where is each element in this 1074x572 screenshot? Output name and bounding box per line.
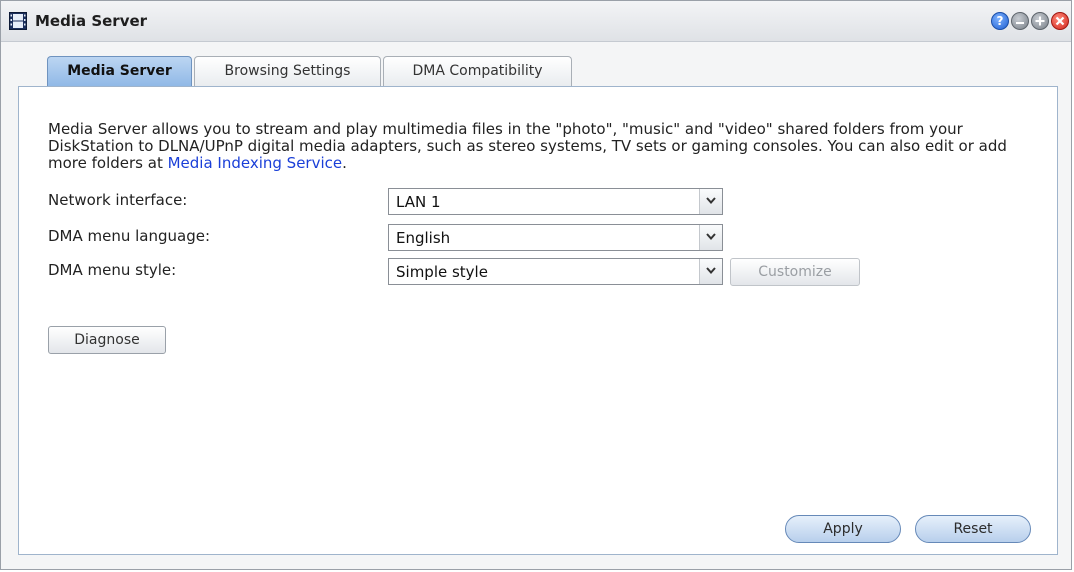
dma-menu-language-label: DMA menu language: <box>48 227 211 245</box>
tab-media-server[interactable]: Media Server <box>47 56 192 87</box>
dma-menu-language-value: English <box>396 229 451 247</box>
media-indexing-service-link[interactable]: Media Indexing Service <box>168 154 343 172</box>
settings-panel: Media Server allows you to stream and pl… <box>18 86 1058 555</box>
chevron-down-icon[interactable] <box>699 225 722 250</box>
network-interface-label: Network interface: <box>48 191 188 209</box>
media-server-window: Media Server ? Media Server Browsing Set… <box>0 0 1072 570</box>
window-title: Media Server <box>35 12 148 30</box>
chevron-down-icon[interactable] <box>699 259 722 284</box>
title-bar[interactable]: Media Server ? <box>1 1 1071 42</box>
reset-button[interactable]: Reset <box>915 515 1031 543</box>
dma-menu-style-select[interactable]: Simple style <box>388 258 723 285</box>
tab-browsing-settings[interactable]: Browsing Settings <box>194 56 381 86</box>
customize-button[interactable]: Customize <box>730 258 860 286</box>
close-icon[interactable] <box>1051 12 1069 30</box>
dma-menu-style-value: Simple style <box>396 263 488 281</box>
maximize-icon[interactable] <box>1031 12 1049 30</box>
dma-menu-language-select[interactable]: English <box>388 224 723 251</box>
apply-button[interactable]: Apply <box>785 515 901 543</box>
description-text: Media Server allows you to stream and pl… <box>48 121 1038 172</box>
dma-menu-style-label: DMA menu style: <box>48 261 177 279</box>
help-icon[interactable]: ? <box>991 12 1009 30</box>
film-strip-icon <box>9 12 27 30</box>
chevron-down-icon[interactable] <box>699 189 722 214</box>
minimize-icon[interactable] <box>1011 12 1029 30</box>
network-interface-value: LAN 1 <box>396 193 441 211</box>
description-suffix: . <box>342 154 347 172</box>
network-interface-select[interactable]: LAN 1 <box>388 188 723 215</box>
diagnose-button[interactable]: Diagnose <box>48 326 166 354</box>
tab-dma-compatibility[interactable]: DMA Compatibility <box>383 56 572 86</box>
